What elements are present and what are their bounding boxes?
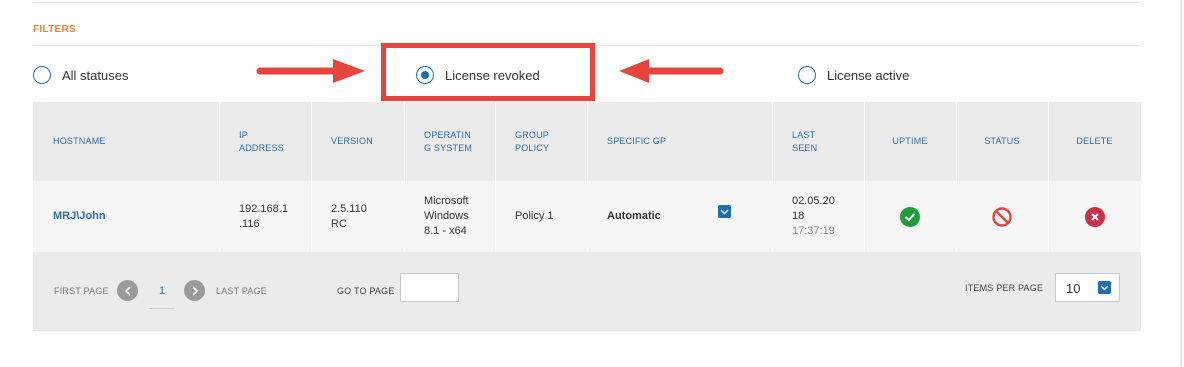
filters-title: FILTERS: [33, 24, 77, 35]
scrollbar-track[interactable]: [1180, 0, 1182, 367]
header-hostname[interactable]: HOSTNAME: [33, 102, 219, 181]
last-page-link[interactable]: LAST PAGE: [216, 286, 267, 296]
annotation-arrow-right-icon: [256, 59, 365, 83]
header-last-seen[interactable]: LAST SEEN: [772, 102, 864, 181]
radio-unchecked-icon[interactable]: [33, 66, 51, 84]
os-cell: Microsoft Windows 8.1 - x64: [424, 195, 469, 237]
annotation-highlight-box: [381, 43, 595, 101]
current-page-number[interactable]: 1: [159, 285, 165, 297]
next-page-button[interactable]: [184, 280, 205, 301]
header-ip-address[interactable]: IP ADDRESS: [219, 102, 311, 181]
hostname-link[interactable]: MRJ\John: [33, 181, 219, 252]
header-status[interactable]: STATUS: [956, 102, 1048, 181]
current-page-underline: [149, 308, 175, 309]
check-circle-icon: [900, 206, 920, 227]
chevron-left-icon: [124, 285, 131, 296]
first-page-link[interactable]: FIRST PAGE: [54, 286, 109, 296]
chevron-down-icon[interactable]: [1098, 281, 1111, 294]
specific-gp-select[interactable]: Automatic: [587, 181, 772, 252]
filter-license-active-label: License active: [827, 67, 910, 83]
items-per-page-select[interactable]: 10: [1055, 273, 1120, 302]
header-uptime[interactable]: UPTIME: [864, 102, 956, 181]
status-cell: [956, 181, 1048, 252]
radio-unchecked-icon[interactable]: [798, 66, 816, 84]
pagination-bar: FIRST PAGE 1 LAST PAGE GO TO PAGE ITEMS …: [33, 252, 1141, 331]
version-cell: 2.5.110 RC: [331, 202, 367, 230]
last-seen-cell: 02.05.20 18 17:37:19: [792, 195, 835, 237]
filter-all-statuses-label: All statuses: [62, 67, 129, 83]
header-version[interactable]: VERSION: [311, 102, 404, 181]
top-divider: [33, 2, 1141, 3]
header-operating-system[interactable]: OPERATIN G SYSTEM: [404, 102, 495, 181]
chevron-right-icon: [191, 285, 198, 296]
header-group-policy[interactable]: GROUP POLICY: [495, 102, 587, 181]
table-header: HOSTNAME IP ADDRESS VERSION OPERATIN G SYS…: [33, 102, 1141, 181]
chevron-down-icon[interactable]: [718, 205, 731, 218]
go-to-page-label: GO TO PAGE: [337, 286, 395, 296]
table-row: MRJ\John 192.168.1.116 2.5.110 RC Microso…: [33, 181, 1141, 252]
items-per-page-label: ITEMS PER PAGE: [965, 283, 1044, 293]
delete-cell: [1048, 181, 1141, 252]
header-specific-gp[interactable]: SPECIFIC GP: [587, 102, 772, 181]
prohibited-icon: [992, 206, 1012, 227]
header-delete: DELETE: [1076, 136, 1113, 146]
delete-x-icon[interactable]: [1084, 206, 1105, 227]
ip-address-cell: 192.168.1.116: [239, 202, 288, 230]
filter-all-statuses-radio[interactable]: All statuses: [33, 66, 128, 84]
uptime-cell: [864, 181, 956, 252]
filter-license-active-radio[interactable]: License active: [798, 66, 909, 84]
annotation-arrow-left-icon: [619, 59, 724, 83]
group-policy-cell: Policy 1: [515, 210, 554, 222]
go-to-page-input[interactable]: [400, 273, 459, 302]
prev-page-button[interactable]: [117, 280, 138, 301]
specific-gp-value: Automatic: [607, 210, 661, 222]
items-per-page-value: 10: [1066, 281, 1081, 296]
